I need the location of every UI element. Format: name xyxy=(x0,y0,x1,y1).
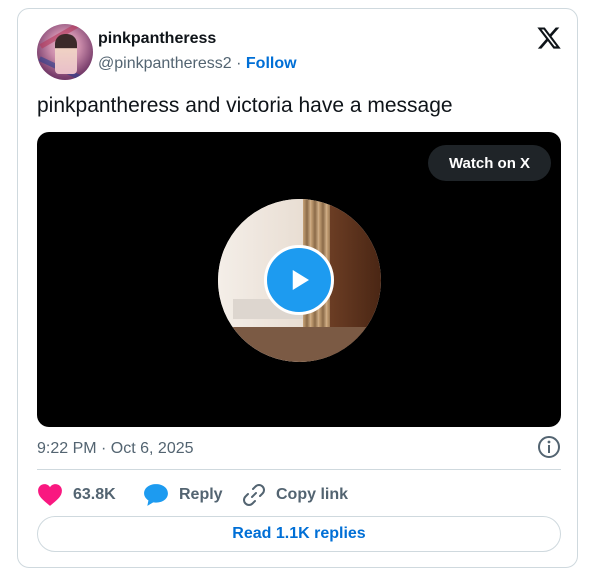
heart-icon xyxy=(38,484,62,506)
reply-button[interactable]: Reply xyxy=(143,481,223,509)
info-icon[interactable] xyxy=(537,435,561,459)
avatar-figure xyxy=(55,34,77,74)
author-handle[interactable]: @pinkpantheress2 xyxy=(98,55,232,72)
reply-label: Reply xyxy=(179,486,223,503)
avatar[interactable] xyxy=(37,24,93,80)
author-display-name[interactable]: pinkpantheress xyxy=(98,30,216,48)
divider xyxy=(37,469,561,470)
watch-on-x-button[interactable]: Watch on X xyxy=(428,145,551,181)
post-timestamp[interactable]: 9:22 PM · Oct 6, 2025 xyxy=(37,440,194,458)
embedded-post-card: pinkpantheress @pinkpantheress2 · Follow… xyxy=(17,8,578,568)
follow-button[interactable]: Follow xyxy=(246,55,297,72)
copy-link-label: Copy link xyxy=(276,486,349,503)
thumbnail-floor xyxy=(218,327,381,362)
copy-link-button[interactable]: Copy link xyxy=(242,481,348,509)
like-count: 63.8K xyxy=(73,486,116,503)
video-player[interactable]: Watch on X xyxy=(37,132,561,427)
link-icon xyxy=(243,484,265,506)
play-icon xyxy=(292,270,309,290)
x-logo-icon[interactable] xyxy=(535,25,563,51)
read-replies-button[interactable]: Read 1.1K replies xyxy=(37,516,561,552)
like-button[interactable]: 63.8K xyxy=(37,481,116,509)
play-button[interactable] xyxy=(264,245,334,315)
post-text: pinkpantheress and victoria have a messa… xyxy=(37,94,453,117)
author-handle-row: @pinkpantheress2 · Follow xyxy=(98,55,297,73)
handle-separator: · xyxy=(236,55,242,72)
speech-bubble-icon xyxy=(144,484,168,506)
